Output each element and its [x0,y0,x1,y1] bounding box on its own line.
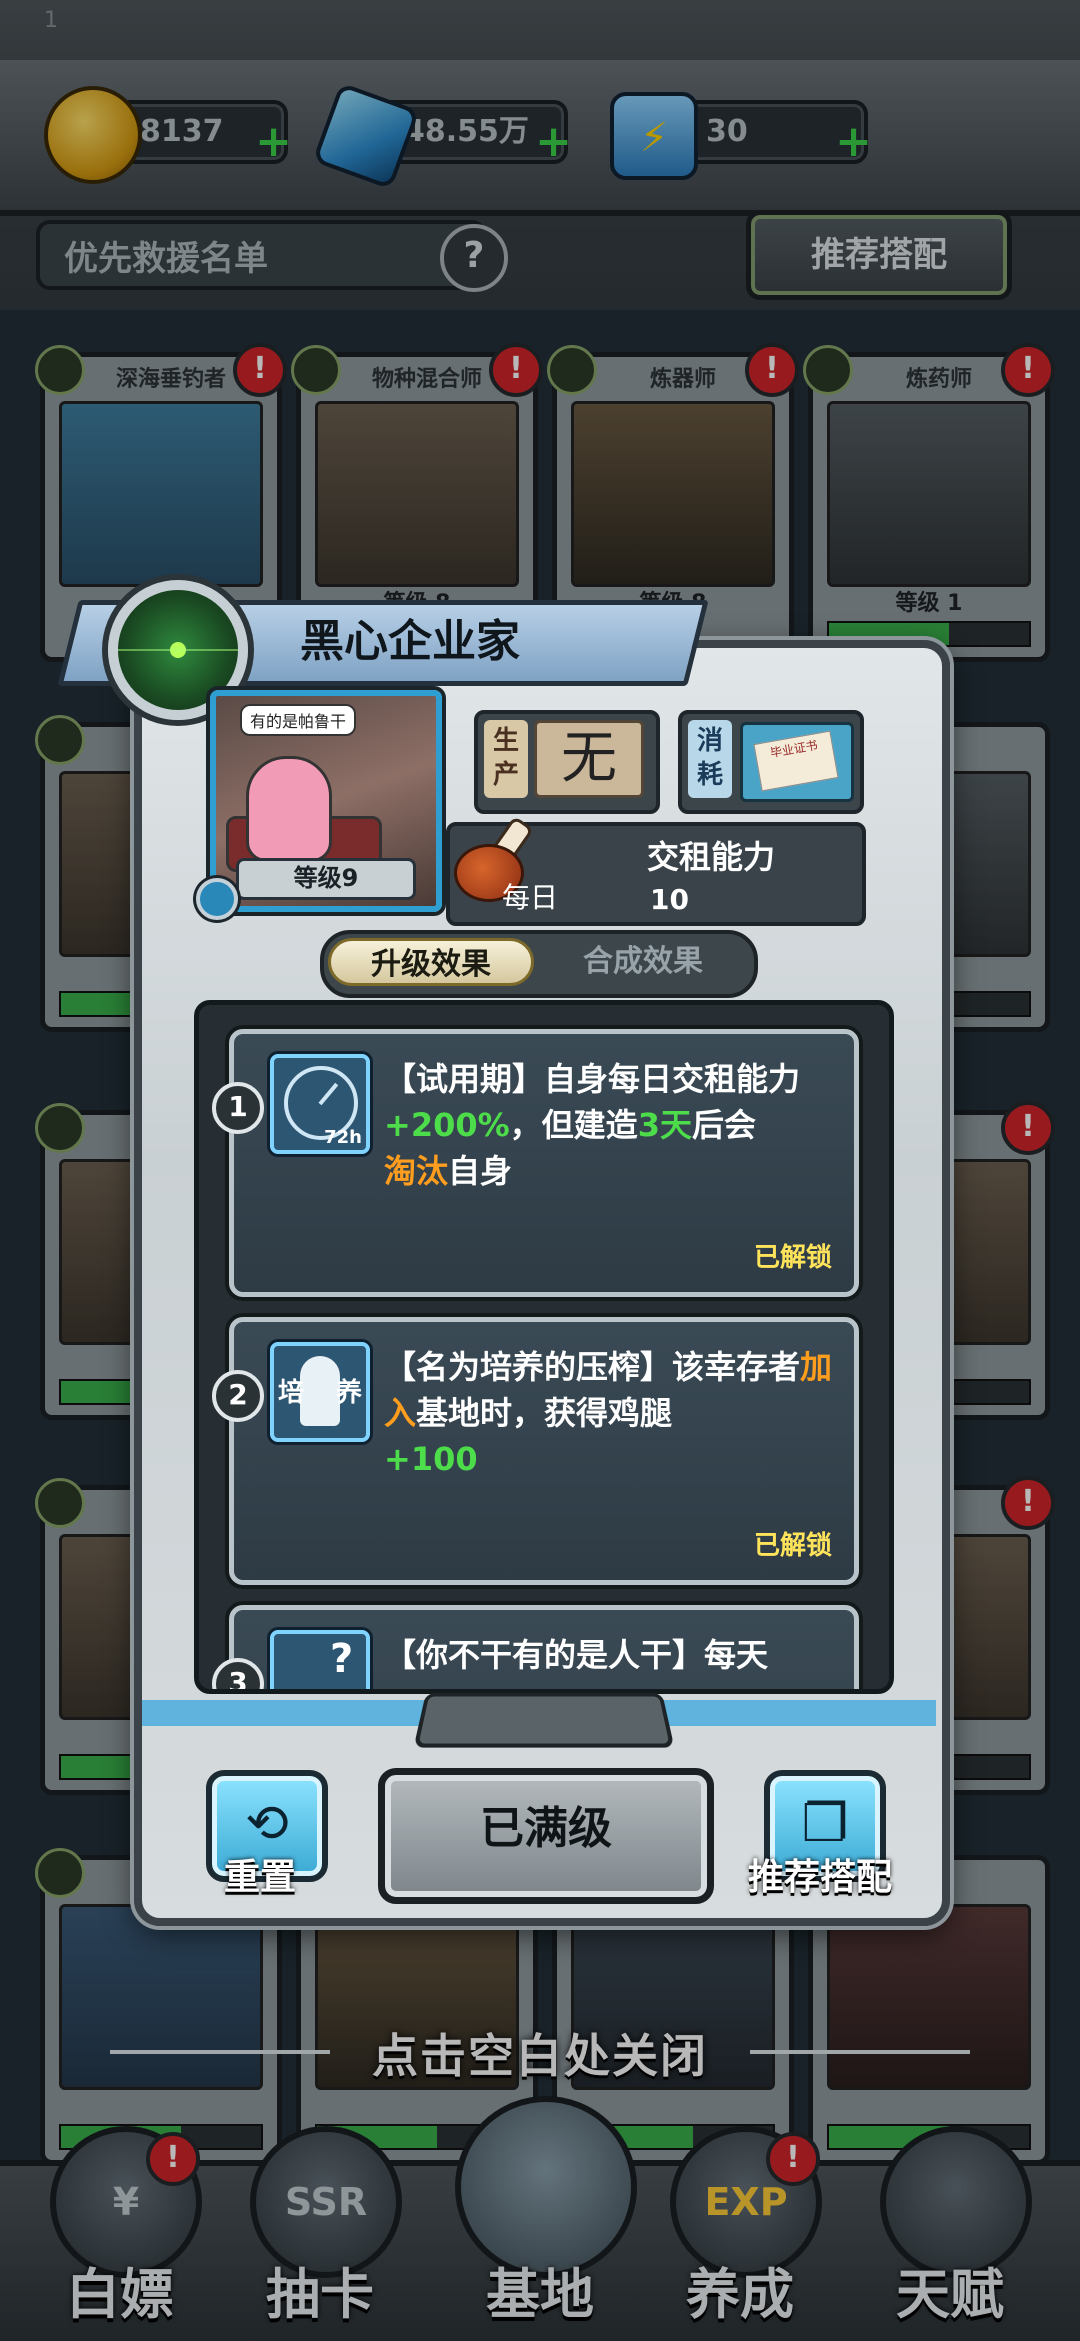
production-tag: 生产 [484,720,528,798]
effect-status: 已解锁 [753,1531,832,1561]
production-box: 生产 无 [474,710,660,814]
modal-handle [413,1693,675,1748]
max-level-button[interactable]: 已满级 [378,1768,714,1904]
reset-label: 重置 [223,1857,296,1898]
game-screen: 1 8137 + 48.55万 + 30 + 优先救援名单 ? 推荐搭配 深海垂… [0,0,1080,2341]
rent-capacity-box: 交租能力 每日 10 [446,815,866,926]
diploma-icon [740,722,854,802]
ghost-icon: 培 养 [270,1342,370,1442]
consumption-box: 消耗 [678,710,864,814]
effect-number: 2 [212,1370,264,1422]
effect-list[interactable]: 1 72h 【试用期】自身每日交租能力+200%，但建造3天后会 淘汰自身 已解锁… [194,1000,894,1694]
clock-icon: 72h [270,1054,370,1154]
portrait-level: 等级9 [236,858,416,900]
radio-dot-icon [196,878,238,920]
effect-item: 1 72h 【试用期】自身每日交租能力+200%，但建造3天后会 淘汰自身 已解锁 [212,1029,859,1297]
effect-description: 【名为培养的压榨】该幸存者加入基地时，获得鸡腿 +100 [384,1348,833,1478]
tab-upgrade-effect[interactable]: 升级效果 [328,938,534,986]
character-image [246,756,332,862]
portrait-speech: 有的是帕鲁干 [240,704,357,736]
rent-amount: 10 [650,883,689,916]
survivor-portrait: 有的是帕鲁干 等级9 [210,690,442,912]
effect-description: 【你不干有的是人干】每天 [384,1636,769,1674]
reset-icon: ⟲ [245,1794,289,1854]
effect-tabs: 升级效果 合成效果 [320,930,758,998]
effect-item: 2 培 养 【名为培养的压榨】该幸存者加入基地时，获得鸡腿 +100 已解锁 [212,1317,859,1585]
consumption-tag: 消耗 [688,720,732,798]
question-icon: ? [270,1630,370,1689]
production-value: 无 [534,720,644,798]
tab-synthesis-effect[interactable]: 合成效果 [540,938,746,986]
effect-number: 3 [212,1658,264,1689]
rent-title: 交租能力 [646,838,775,876]
effect-description: 【试用期】自身每日交租能力+200%，但建造3天后会 淘汰自身 [384,1060,801,1190]
rent-period: 每日 [502,881,559,914]
modal-title: 黑心企业家 [300,616,520,667]
effect-item: 3 ? 【你不干有的是人干】每天 [212,1605,859,1689]
effect-number: 1 [212,1082,264,1134]
recommend-label: 推荐搭配 [747,1857,892,1898]
effect-status: 已解锁 [753,1243,832,1273]
copy-icon: ❐ [801,1794,849,1854]
